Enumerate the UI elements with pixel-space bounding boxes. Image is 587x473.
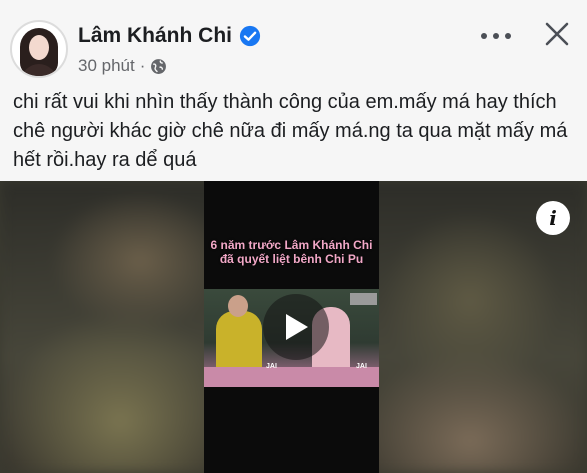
post-text: chi rất vui khi nhìn thấy thành công của… (13, 91, 568, 171)
close-icon[interactable] (543, 20, 571, 48)
more-dot (505, 33, 511, 39)
more-options-icon[interactable] (481, 26, 511, 46)
info-button[interactable]: i (536, 201, 570, 235)
post-meta: 30 phút · (78, 56, 167, 76)
avatar[interactable] (10, 20, 68, 78)
video-player[interactable]: 6 năm trước Lâm Khánh Chi đã quyết liệt … (0, 181, 587, 473)
more-dot (481, 33, 487, 39)
post-timestamp[interactable]: 30 phút (78, 56, 135, 76)
play-icon (286, 314, 308, 340)
author-name[interactable]: Lâm Khánh Chi (78, 24, 232, 48)
video-caption-overlay: 6 năm trước Lâm Khánh Chi đã quyết liệt … (210, 238, 373, 266)
play-button[interactable] (263, 294, 329, 360)
avatar-face (29, 35, 49, 60)
watermark-left: JAI (266, 363, 277, 370)
scene-person-left-head (228, 295, 248, 317)
scene-screen (350, 293, 377, 305)
post-header: Lâm Khánh Chi 30 phút · (0, 0, 587, 86)
watermark-right: JAI (356, 363, 367, 370)
globe-icon[interactable] (150, 58, 167, 75)
scene-sofa (204, 367, 379, 387)
verified-badge-icon (239, 25, 261, 47)
author-row: Lâm Khánh Chi (78, 24, 261, 48)
meta-separator: · (139, 56, 146, 75)
more-dot (493, 33, 499, 39)
